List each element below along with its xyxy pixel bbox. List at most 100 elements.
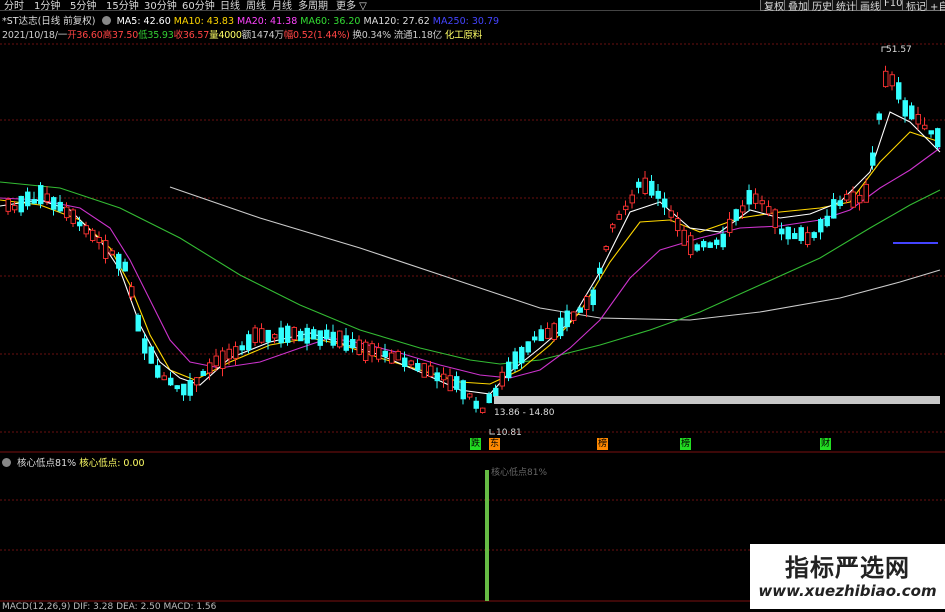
ma10-line xyxy=(0,131,941,385)
candle-body xyxy=(740,205,746,213)
candle-body xyxy=(876,113,882,120)
candle-body xyxy=(25,191,31,207)
candle-body xyxy=(688,235,694,256)
candle-body xyxy=(200,370,206,376)
candle-body xyxy=(883,70,889,88)
candle-body xyxy=(681,229,687,246)
candle-body xyxy=(850,191,856,208)
candle-body xyxy=(421,363,427,378)
candle-body xyxy=(746,190,752,205)
candle-body xyxy=(194,377,200,386)
candle-body xyxy=(473,400,479,409)
candle-body xyxy=(720,233,726,248)
low-price-label: 10.81 xyxy=(496,428,522,438)
candle-body xyxy=(376,347,382,360)
candle-body xyxy=(103,240,109,259)
candle-body xyxy=(779,228,785,235)
candle-body xyxy=(558,317,564,337)
event-marker[interactable]: 跌 xyxy=(470,438,481,450)
candle-body xyxy=(870,152,876,166)
candle-body xyxy=(863,183,869,203)
watermark-logo: 指标严选网 www.xuezhibiao.com xyxy=(750,544,945,609)
candle-body xyxy=(298,330,304,342)
candle-body xyxy=(389,352,395,364)
candle-body xyxy=(694,244,700,251)
candle-body xyxy=(818,219,824,233)
candle-body xyxy=(837,200,843,207)
candle-body xyxy=(161,375,167,381)
candle-body xyxy=(18,195,24,213)
candle-body xyxy=(636,181,642,188)
candle-body xyxy=(668,210,674,218)
candle-body xyxy=(38,185,44,205)
candle-body xyxy=(330,331,336,346)
candle-body xyxy=(337,330,343,348)
event-marker[interactable]: 榜 xyxy=(597,438,608,450)
candle-body xyxy=(545,328,551,339)
candle-body xyxy=(44,193,50,202)
candle-body xyxy=(753,193,759,204)
candle-body xyxy=(402,357,408,368)
candle-body xyxy=(571,311,577,321)
candle-body xyxy=(460,380,466,400)
watermark-title: 指标严选网 xyxy=(785,554,910,582)
candle-body xyxy=(168,377,174,386)
candle-body xyxy=(31,199,37,204)
candle-body xyxy=(629,194,635,204)
candle-body xyxy=(415,363,421,371)
candle-body xyxy=(603,246,609,251)
candle-body xyxy=(233,346,239,359)
candle-body xyxy=(655,190,661,199)
grid-lines xyxy=(0,43,945,551)
candle-body xyxy=(291,327,297,341)
candle-body xyxy=(590,289,596,306)
candle-body xyxy=(772,209,778,229)
indicator-settings-icon[interactable] xyxy=(2,458,11,467)
candle-body xyxy=(57,201,63,212)
signal-bar xyxy=(485,470,489,601)
indicator-title[interactable]: 核心低点81% xyxy=(17,458,76,469)
candle-body xyxy=(116,253,122,269)
candle-body xyxy=(434,372,440,382)
candle-body xyxy=(285,325,291,343)
candle-body xyxy=(512,351,518,370)
candle-body xyxy=(642,177,648,194)
kline-chart[interactable] xyxy=(0,0,945,609)
candle-body xyxy=(51,197,57,210)
candle-body xyxy=(148,346,154,364)
candle-body xyxy=(408,360,414,366)
candle-body xyxy=(792,233,798,240)
candle-body xyxy=(142,338,148,354)
candle-body xyxy=(382,350,388,357)
candle-body xyxy=(922,124,928,130)
event-marker[interactable]: 财 xyxy=(820,438,831,450)
candle-body xyxy=(454,376,460,390)
candle-body xyxy=(909,105,915,120)
candle-body xyxy=(226,348,232,360)
candle-body xyxy=(122,261,128,272)
candle-body xyxy=(564,310,570,328)
candle-body xyxy=(506,361,512,379)
event-marker[interactable]: 榜 xyxy=(680,438,691,450)
candle-body xyxy=(83,225,89,235)
candle-body xyxy=(265,329,271,343)
candle-body xyxy=(811,232,817,238)
candle-body xyxy=(350,339,356,349)
signal-bar-label: 核心低点81% xyxy=(491,468,548,478)
candlesticks xyxy=(5,65,941,414)
candle-body xyxy=(246,334,252,351)
candle-body xyxy=(766,206,772,215)
support-zone-label: 13.86 - 14.80 xyxy=(494,408,555,418)
candle-body xyxy=(499,371,505,387)
candle-body xyxy=(915,114,921,125)
candle-body xyxy=(519,346,525,364)
candle-body xyxy=(181,383,187,396)
candle-body xyxy=(467,393,473,398)
candle-body xyxy=(538,329,544,342)
candle-body xyxy=(369,343,375,357)
candle-body xyxy=(831,199,837,219)
candle-body xyxy=(363,341,369,361)
event-marker[interactable]: 东 xyxy=(489,438,500,450)
candle-body xyxy=(733,209,739,221)
candle-body xyxy=(727,218,733,233)
